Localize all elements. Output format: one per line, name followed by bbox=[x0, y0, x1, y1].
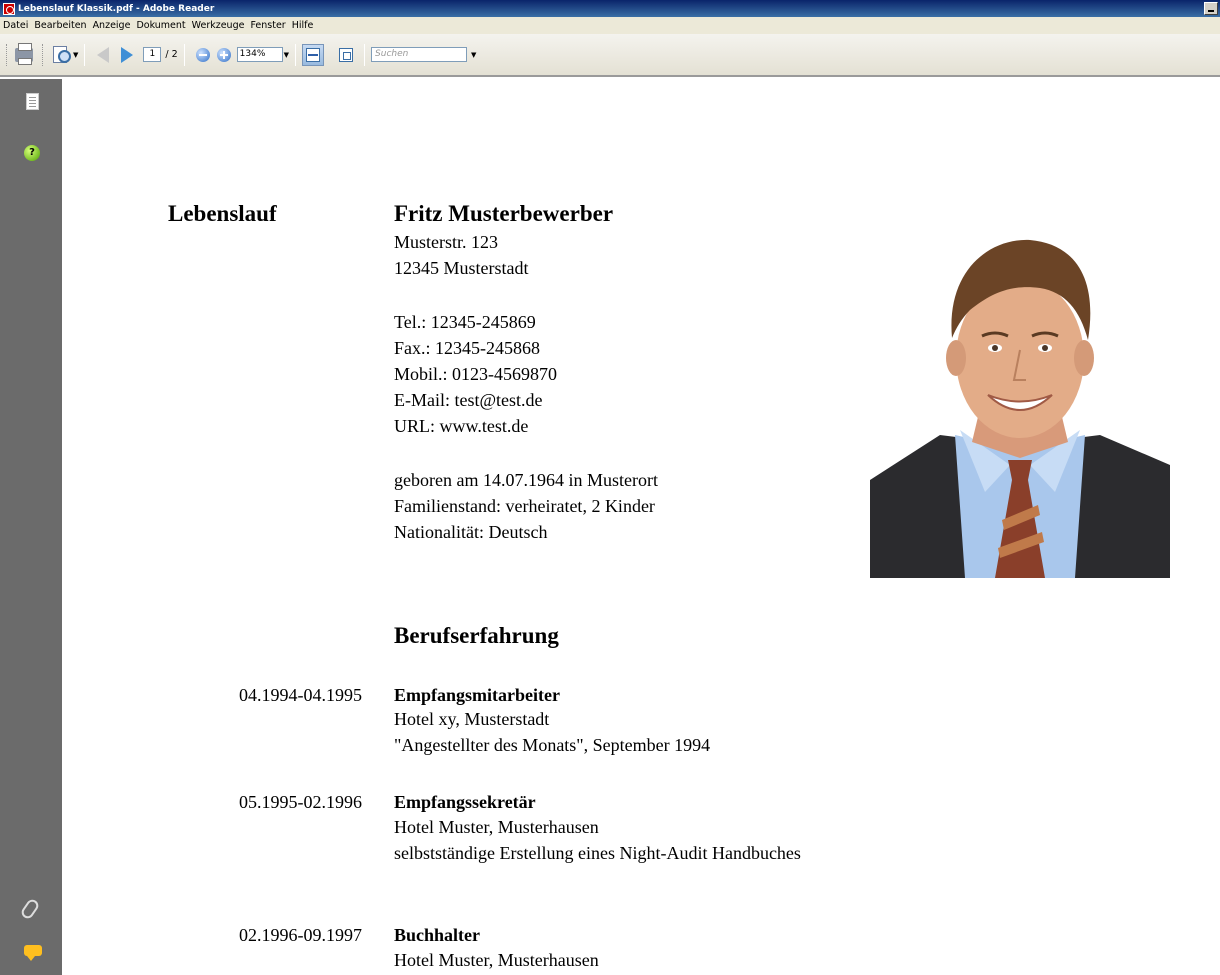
experience-detail: Hotel Muster, Musterhausen bbox=[394, 817, 599, 837]
navigation-pane: ? bbox=[0, 79, 62, 975]
attachment-icon[interactable] bbox=[19, 897, 41, 921]
menu-dokument[interactable]: Dokument bbox=[134, 20, 189, 31]
applicant-name: Fritz Musterbewerber bbox=[394, 201, 614, 226]
zoom-in-icon bbox=[216, 47, 231, 62]
search-document-button[interactable] bbox=[48, 43, 72, 67]
print-button[interactable] bbox=[12, 42, 36, 67]
help-icon[interactable]: ? bbox=[24, 145, 40, 161]
contact-line: Mobil.: 0123-4569870 bbox=[394, 364, 558, 384]
toolbar-grip[interactable] bbox=[6, 43, 9, 66]
experience-title: Empfangssekretär bbox=[394, 792, 536, 812]
zoom-out-button[interactable] bbox=[191, 43, 215, 67]
contact-line: Fax.: 12345-245868 bbox=[394, 338, 540, 358]
previous-page-button[interactable] bbox=[91, 43, 115, 67]
menu-werkzeuge[interactable]: Werkzeuge bbox=[190, 20, 249, 31]
title-bar: Lebenslauf Klassik.pdf - Adobe Reader bbox=[0, 0, 1220, 17]
menu-fenster[interactable]: Fenster bbox=[248, 20, 289, 31]
pages-icon[interactable] bbox=[26, 93, 39, 110]
chevron-down-icon[interactable]: ▼ bbox=[73, 51, 78, 59]
menu-hilfe[interactable]: Hilfe bbox=[290, 20, 318, 31]
experience-dates: 04.1994-04.1995 bbox=[239, 685, 362, 705]
experience-dates: 02.1996-09.1997 bbox=[239, 925, 362, 945]
menu-datei[interactable]: Datei bbox=[1, 20, 32, 31]
experience-detail: Hotel xy, Musterstadt bbox=[394, 709, 550, 729]
personal-line: geboren am 14.07.1964 in Musterort bbox=[394, 470, 658, 490]
applicant-photo bbox=[870, 230, 1170, 578]
page-count: / 2 bbox=[165, 49, 178, 60]
portrait-illustration bbox=[870, 239, 1170, 578]
address-line: 12345 Musterstadt bbox=[394, 258, 529, 278]
experience-detail: Hotel Muster, Musterhausen bbox=[394, 950, 599, 970]
menu-anzeige[interactable]: Anzeige bbox=[91, 20, 135, 31]
experience-title: Empfangsmitarbeiter bbox=[394, 685, 560, 705]
window-title: Lebenslauf Klassik.pdf - Adobe Reader bbox=[18, 3, 215, 14]
search-document-icon bbox=[53, 46, 71, 63]
document-page[interactable]: Lebenslauf Fritz Musterbewerber Musterst… bbox=[62, 79, 1220, 975]
toolbar-separator bbox=[364, 43, 366, 66]
page-number-input[interactable]: 1 bbox=[143, 47, 162, 62]
experience-detail: selbstständige Erstellung eines Night-Au… bbox=[394, 843, 801, 863]
personal-line: Nationalität: Deutsch bbox=[394, 522, 548, 542]
experience-detail: "Angestellter des Monats", September 199… bbox=[394, 735, 711, 755]
next-page-icon bbox=[121, 46, 134, 63]
toolbar-separator bbox=[84, 43, 86, 66]
zoom-level-input[interactable]: 134% bbox=[236, 47, 283, 62]
previous-page-icon bbox=[97, 46, 110, 63]
contact-line: URL: www.test.de bbox=[394, 416, 529, 436]
toolbar-grip[interactable] bbox=[42, 43, 45, 66]
chevron-down-icon[interactable]: ▼ bbox=[284, 51, 289, 59]
toolbar-separator bbox=[295, 43, 297, 66]
fit-width-icon bbox=[339, 47, 354, 62]
chevron-down-icon[interactable]: ▼ bbox=[471, 51, 476, 59]
menu-bearbeiten[interactable]: Bearbeiten bbox=[32, 20, 90, 31]
search-input[interactable]: Suchen bbox=[371, 47, 468, 62]
fit-page-button[interactable] bbox=[302, 43, 325, 66]
next-page-button[interactable] bbox=[115, 43, 139, 67]
fit-width-button[interactable] bbox=[334, 43, 358, 67]
print-icon bbox=[15, 42, 33, 65]
toolbar: ▼ 1 / 2 134% ▼ Suchen ▼ bbox=[0, 34, 1220, 77]
toolbar-separator bbox=[183, 43, 185, 66]
adobe-reader-icon bbox=[3, 2, 15, 15]
zoom-out-icon bbox=[195, 47, 210, 62]
document-heading: Lebenslauf bbox=[168, 201, 277, 226]
section-title: Berufserfahrung bbox=[394, 623, 559, 648]
personal-line: Familienstand: verheiratet, 2 Kinder bbox=[394, 496, 655, 516]
fit-page-icon bbox=[306, 47, 321, 62]
experience-dates: 05.1995-02.1996 bbox=[239, 792, 362, 812]
comments-icon[interactable] bbox=[24, 945, 42, 961]
zoom-in-button[interactable] bbox=[215, 43, 233, 67]
contact-line: Tel.: 12345-245869 bbox=[394, 312, 536, 332]
menu-bar: Datei Bearbeiten Anzeige Dokument Werkze… bbox=[0, 17, 1220, 34]
minimize-button[interactable] bbox=[1204, 2, 1218, 15]
experience-title: Buchhalter bbox=[394, 925, 481, 945]
address-line: Musterstr. 123 bbox=[394, 232, 499, 252]
contact-line: E-Mail: test@test.de bbox=[394, 390, 543, 410]
